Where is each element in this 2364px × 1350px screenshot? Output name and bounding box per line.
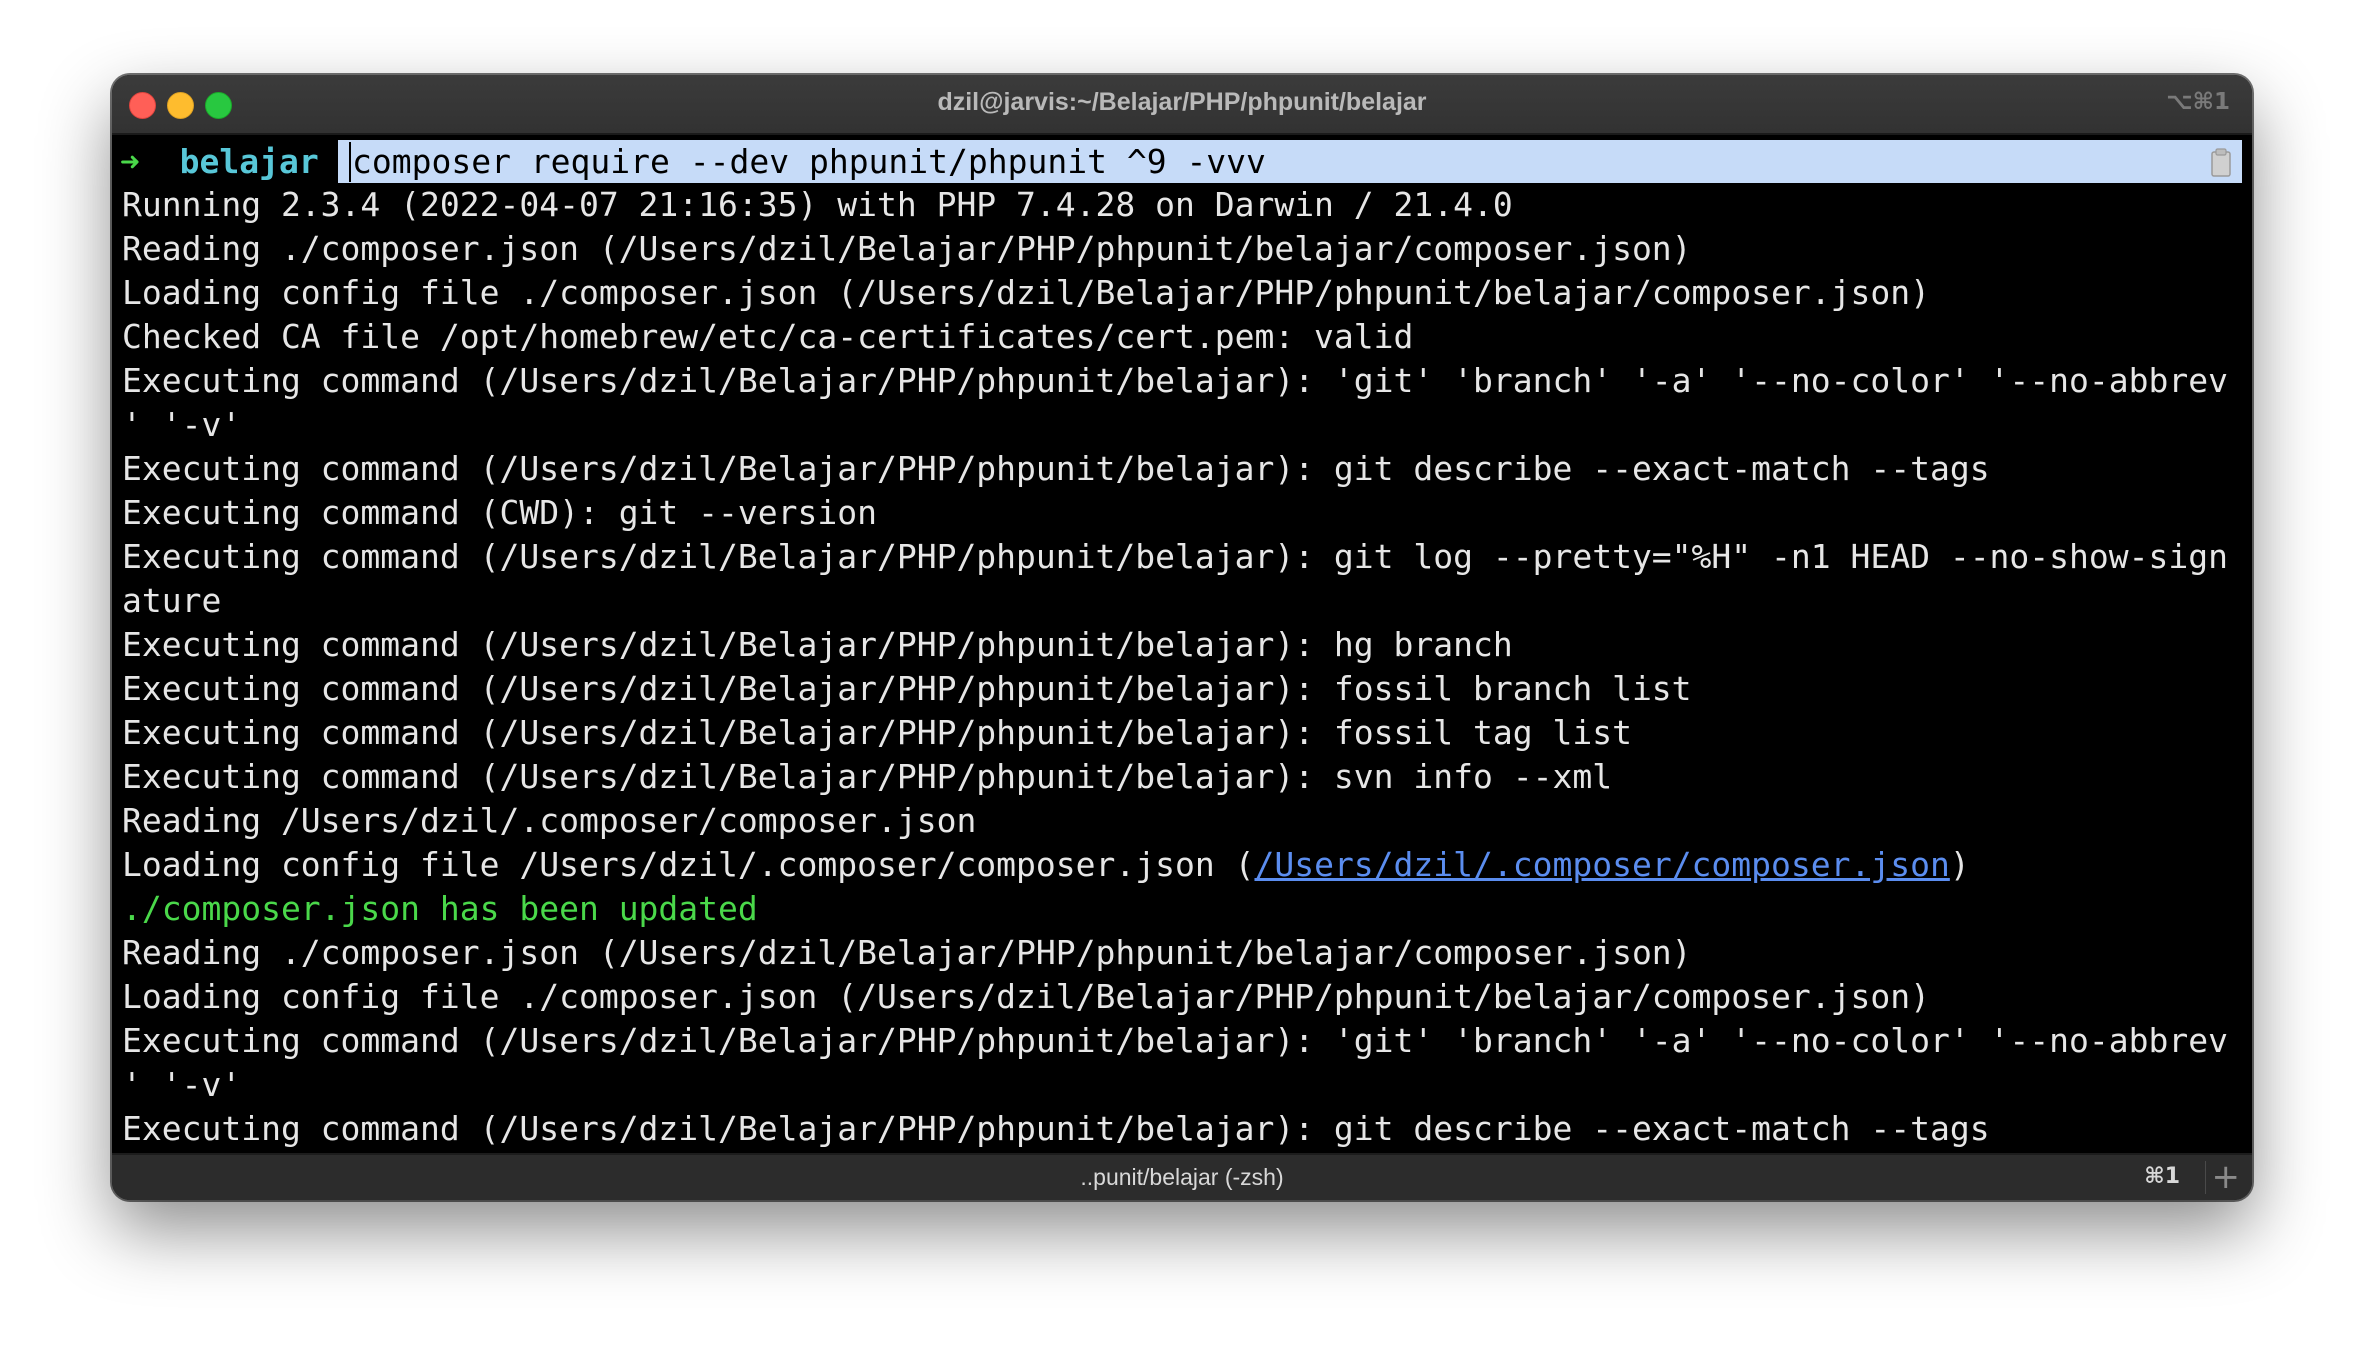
command-line[interactable]: ➜ belajar composer require --dev phpunit… — [120, 140, 2242, 183]
output-line: Reading ./composer.json (/Users/dzil/Bel… — [122, 933, 1692, 972]
prompt: ➜ belajar — [120, 140, 338, 183]
terminal-output[interactable]: ➜ belajar composer require --dev phpunit… — [112, 135, 2252, 1148]
file-path-link[interactable]: /Users/dzil/.composer/composer.json — [1254, 845, 1949, 884]
new-tab-button[interactable]: + — [2212, 1157, 2241, 1197]
command-text[interactable]: composer require --dev phpunit/phpunit ^… — [352, 140, 1266, 183]
output-text: ) — [1949, 845, 1970, 884]
clipboard-icon[interactable] — [2210, 148, 2234, 178]
output-line: ature — [122, 581, 222, 620]
output-line: Executing command (/Users/dzil/Belajar/P… — [122, 1021, 2228, 1060]
output-text: Loading config file /Users/dzil/.compose… — [122, 845, 1255, 884]
output-line: Loading config file ./composer.json (/Us… — [122, 273, 1930, 312]
terminal-window: dzil@jarvis:~/Belajar/PHP/phpunit/belaja… — [112, 75, 2252, 1200]
output-line: Checked CA file /opt/homebrew/etc/ca-cer… — [122, 317, 1414, 356]
tab-divider — [2205, 1161, 2206, 1194]
window-shortcut: ⌥⌘1 — [2166, 89, 2230, 115]
output-line: Executing command (/Users/dzil/Belajar/P… — [122, 1109, 1990, 1148]
output-line: ' '-v' — [122, 1065, 242, 1104]
tab-shortcut: ⌘1 — [2144, 1164, 2180, 1189]
output-line: Loading config file /Users/dzil/.compose… — [122, 843, 1970, 887]
output-line: Executing command (/Users/dzil/Belajar/P… — [122, 537, 2228, 576]
output-line: Executing command (CWD): git --version — [122, 493, 877, 532]
prompt-directory: belajar — [179, 142, 319, 181]
window-title: dzil@jarvis:~/Belajar/PHP/phpunit/belaja… — [937, 88, 1427, 116]
tab-title[interactable]: ..punit/belajar (-zsh) — [112, 1164, 2252, 1191]
tab-bar: ..punit/belajar (-zsh) ⌘1 + — [112, 1153, 2252, 1200]
output-line: Executing command (/Users/dzil/Belajar/P… — [122, 713, 1632, 752]
text-cursor — [349, 142, 351, 182]
output-line: Reading ./composer.json (/Users/dzil/Bel… — [122, 229, 1692, 268]
success-message: ./composer.json has been updated — [122, 889, 758, 928]
output-line: Running 2.3.4 (2022-04-07 21:16:35) with… — [122, 185, 1513, 224]
output-line: Executing command (/Users/dzil/Belajar/P… — [122, 449, 1990, 488]
output-line: ' '-v' — [122, 405, 242, 444]
output-line: Reading /Users/dzil/.composer/composer.j… — [122, 801, 977, 840]
output-line: Executing command (/Users/dzil/Belajar/P… — [122, 757, 1613, 796]
prompt-arrow-icon: ➜ — [120, 142, 140, 181]
output-line: Loading config file ./composer.json (/Us… — [122, 977, 1930, 1016]
output-line: Executing command (/Users/dzil/Belajar/P… — [122, 625, 1513, 664]
output-line: Executing command (/Users/dzil/Belajar/P… — [122, 361, 2228, 400]
title-bar[interactable]: dzil@jarvis:~/Belajar/PHP/phpunit/belaja… — [112, 75, 2252, 135]
output-line: Executing command (/Users/dzil/Belajar/P… — [122, 669, 1692, 708]
